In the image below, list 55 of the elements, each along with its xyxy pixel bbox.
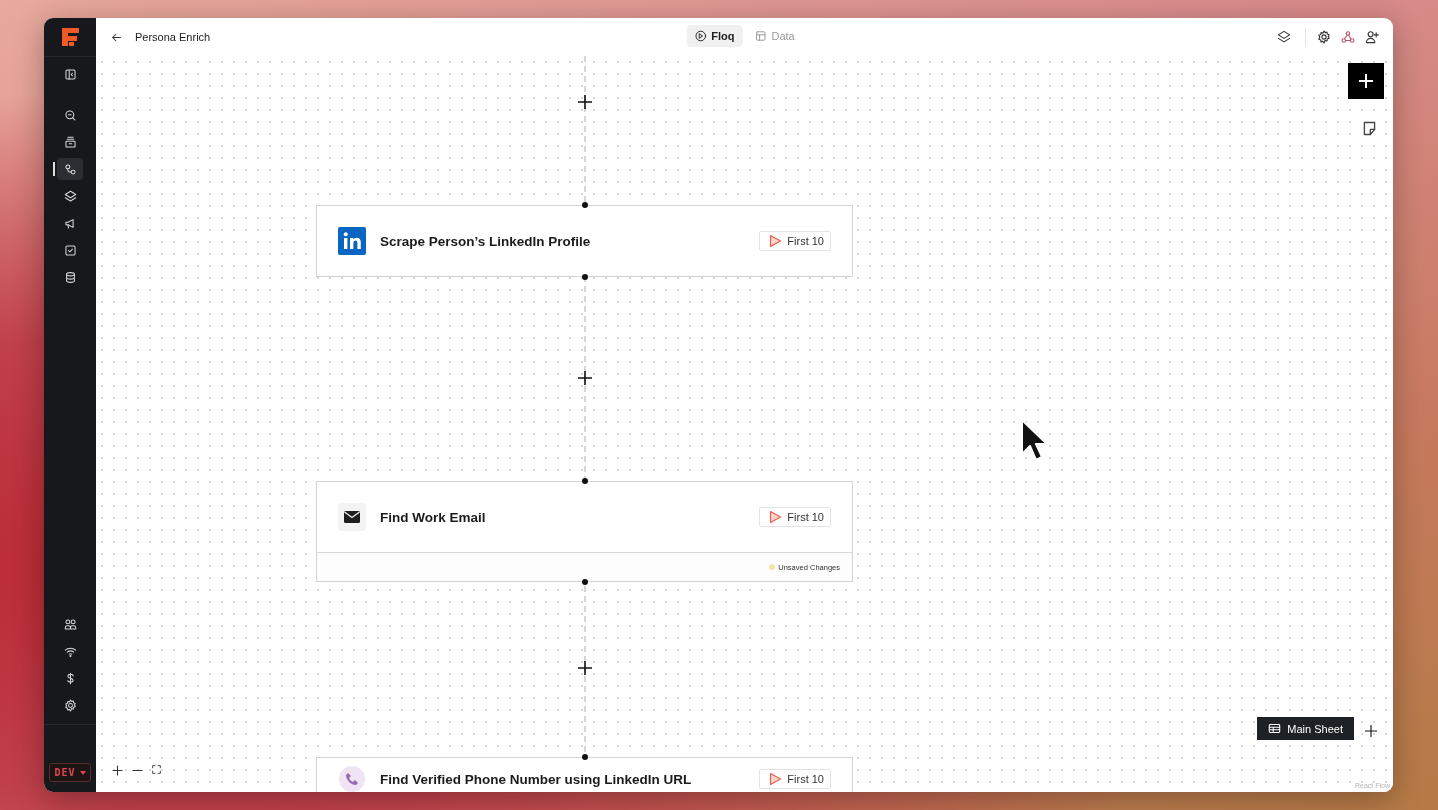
step-title: Find Work Email [380, 509, 487, 525]
plus-icon [1358, 73, 1374, 89]
step-card[interactable]: Find Verified Phone Number using LinkedIn URL First 10 [316, 757, 853, 792]
add-node-button[interactable] [1348, 63, 1384, 99]
database-icon [63, 270, 77, 284]
add-sheet-button[interactable] [1364, 724, 1378, 738]
play-circle-icon [694, 30, 707, 42]
caret-icon [79, 769, 86, 776]
step-card[interactable]: Scrape Person’s LinkedIn Profile First 10 [316, 205, 853, 277]
play-icon [768, 772, 783, 786]
webhook-icon [1341, 30, 1355, 44]
connector-handle[interactable] [582, 754, 588, 760]
step-title: Scrape Person’s LinkedIn Profile [380, 233, 592, 249]
sheet-icon [1268, 722, 1282, 735]
fullscreen-icon [151, 764, 162, 775]
view-tab[interactable]: Floq [686, 25, 743, 47]
megaphone-icon [63, 216, 77, 230]
run-first-button[interactable]: First 10 [759, 769, 831, 789]
layers-icon [1277, 30, 1291, 44]
connector-handle[interactable] [582, 579, 588, 585]
step-title: Find Verified Phone Number using LinkedIn URL [380, 771, 693, 787]
zoom-in-button[interactable] [110, 763, 125, 778]
checkbox-icon [63, 243, 77, 257]
add-step-button[interactable] [576, 93, 594, 111]
play-icon [768, 510, 783, 524]
plus-icon [111, 764, 124, 777]
panel-icon [63, 67, 77, 81]
workflow-icon [63, 162, 77, 176]
layers-icon [63, 189, 77, 203]
play-icon [768, 234, 783, 248]
sheet-tab[interactable]: Main Sheet [1257, 717, 1354, 740]
run-first-button[interactable]: First 10 [759, 507, 831, 527]
run-first-button[interactable]: First 10 [759, 231, 831, 251]
search-icon [63, 108, 77, 122]
settings-icon [63, 698, 77, 712]
settings-icon [1317, 30, 1331, 44]
add-step-button[interactable] [576, 369, 594, 387]
users-icon [63, 617, 77, 631]
linkedin-logo-icon [338, 227, 366, 255]
add-user-icon [1365, 30, 1379, 44]
plus-icon [576, 659, 594, 677]
plus-icon [576, 93, 594, 111]
phone-icon [338, 765, 366, 792]
connector-handle[interactable] [582, 202, 588, 208]
envelope-icon [338, 503, 366, 531]
add-step-button[interactable] [576, 659, 594, 677]
logo-icon [59, 26, 81, 48]
archive-icon [63, 135, 77, 149]
connector-handle[interactable] [582, 478, 588, 484]
plus-icon [1364, 724, 1378, 738]
connector-handle[interactable] [582, 274, 588, 280]
plus-icon [576, 369, 594, 387]
environment-dropdown[interactable]: DEV [49, 763, 91, 782]
table-icon [754, 30, 767, 42]
workflow-title: Persona Enrich [135, 31, 211, 43]
